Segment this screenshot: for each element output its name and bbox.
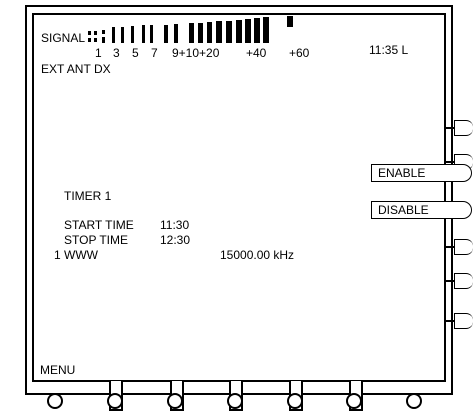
signal-bar [198, 23, 203, 43]
signal-bar [150, 25, 153, 43]
stop-time-label: STOP TIME [64, 233, 129, 247]
signal-scale-7: 7 [151, 46, 158, 60]
softkey-5[interactable] [454, 239, 473, 255]
signal-scale-9-10-20: 9+10+20 [172, 46, 220, 60]
signal-bar [142, 25, 145, 43]
signal-bar [216, 21, 222, 43]
signal-scale-1: 1 [95, 46, 102, 60]
disable-softkey[interactable] [454, 201, 472, 219]
knob-button-3[interactable] [167, 393, 183, 409]
signal-bar [94, 31, 97, 35]
signal-scale-5: 5 [132, 46, 139, 60]
start-time-label: START TIME [64, 218, 134, 232]
signal-scale-3: 3 [113, 46, 120, 60]
enable-softkey-label[interactable]: ENABLE [371, 164, 455, 182]
signal-bar [245, 19, 251, 43]
signal-bar [207, 22, 212, 43]
dx-mode-label: DX [94, 62, 111, 76]
signal-label: SIGNAL [41, 31, 86, 45]
knob-button-1[interactable] [47, 393, 63, 409]
signal-bar [254, 18, 260, 43]
timer-title: TIMER 1 [64, 189, 112, 203]
ext-ant-label: EXT ANT [41, 62, 91, 76]
clock-time: 11:35 L [369, 43, 409, 57]
knob-button-5[interactable] [287, 393, 303, 409]
disable-softkey-label[interactable]: DISABLE [371, 201, 455, 219]
start-time-value[interactable]: 11:30 [160, 219, 189, 231]
signal-bar [287, 16, 293, 27]
signal-bar [164, 25, 168, 43]
frequency-value: 15000.00 kHz [220, 248, 295, 262]
signal-bar [174, 24, 178, 43]
signal-bar [226, 21, 232, 43]
stop-time-value[interactable]: 12:30 [160, 234, 190, 246]
softkey-7[interactable] [454, 313, 473, 329]
signal-bar [121, 27, 124, 43]
signal-bar [88, 31, 91, 35]
signal-bar [263, 17, 269, 43]
signal-scale-60: +60 [289, 46, 310, 60]
knob-button-7[interactable] [406, 393, 422, 409]
softkey-1[interactable] [454, 120, 473, 136]
signal-bar [236, 20, 242, 43]
knob-button-2[interactable] [107, 393, 123, 409]
station-label: 1 WWW [54, 248, 98, 262]
menu-label: MENU [40, 363, 76, 377]
signal-bar [102, 37, 105, 43]
softkey-6[interactable] [454, 273, 473, 289]
knob-button-6[interactable] [346, 393, 362, 409]
signal-bar [88, 38, 91, 42]
signal-bar [102, 30, 105, 34]
signal-bar [189, 23, 194, 43]
signal-scale-40: +40 [246, 46, 267, 60]
signal-bar [112, 27, 115, 43]
signal-bar [94, 38, 97, 42]
signal-bar [131, 26, 134, 43]
knob-button-4[interactable] [227, 393, 243, 409]
enable-softkey[interactable] [454, 164, 472, 182]
